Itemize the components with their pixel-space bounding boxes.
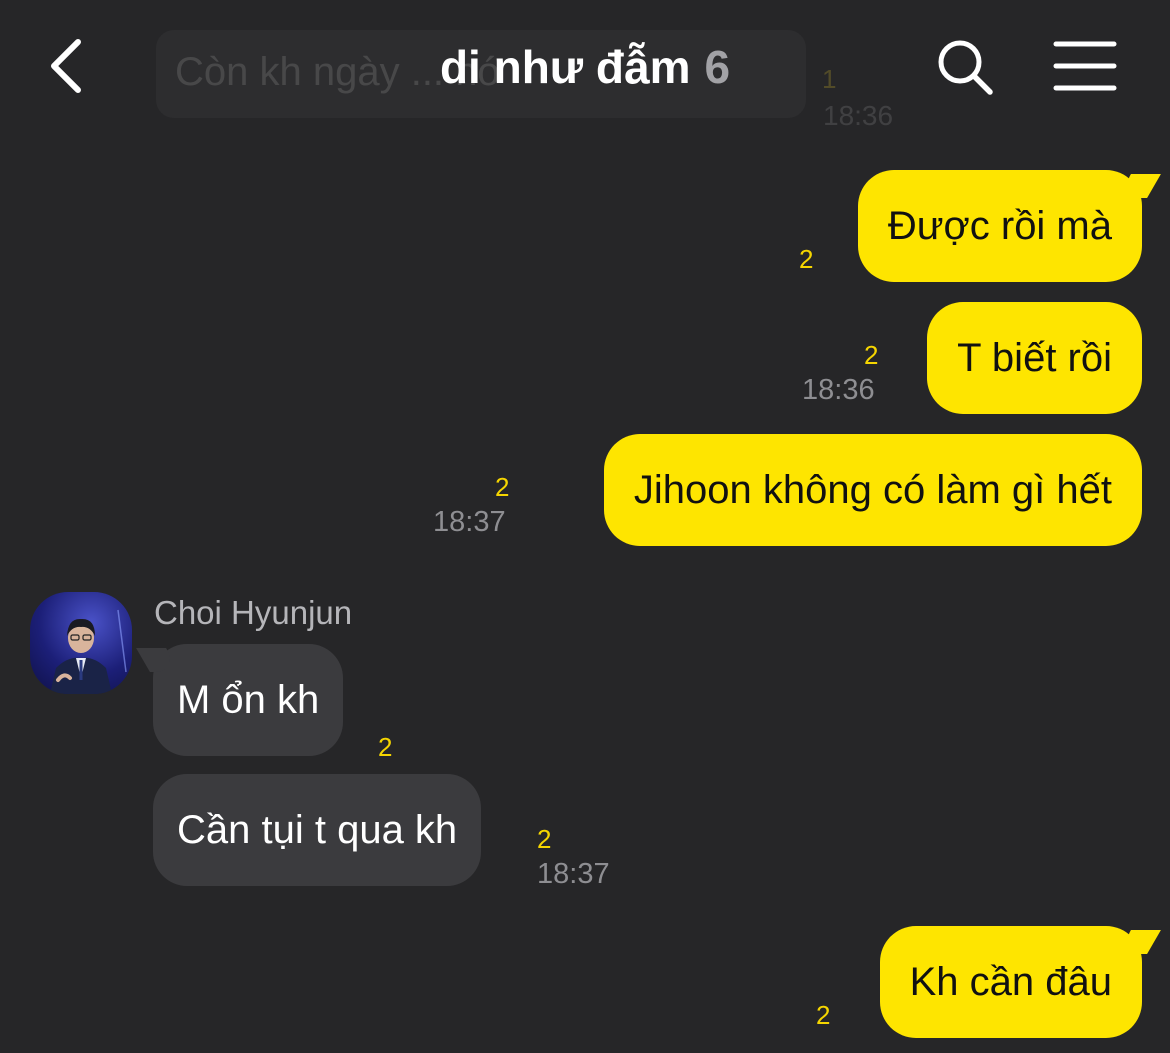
incoming-message[interactable]: Cần tụi t qua kh <box>153 774 482 886</box>
menu-button[interactable] <box>1052 38 1118 94</box>
unread-count: 2 <box>537 824 552 854</box>
chat-room-name: di như đẫm <box>439 41 691 93</box>
unread-count: 2 <box>864 340 879 370</box>
unread-count: 2 <box>799 244 814 274</box>
member-count: 6 <box>704 41 731 93</box>
outgoing-message[interactable]: Kh cần đâu <box>879 926 1142 1038</box>
chat-header: Còn kh ngày ... nó 1 18:36 di như đẫm 6 <box>0 0 1170 140</box>
message-time: 18:36 <box>802 374 875 406</box>
message-time: 18:37 <box>537 858 610 890</box>
chat-screen: Còn kh ngày ... nó 1 18:36 di như đẫm6 <box>0 0 1170 1053</box>
sender-avatar[interactable] <box>30 592 132 694</box>
search-icon <box>938 40 993 95</box>
outgoing-message[interactable]: Jihoon không có làm gì hết <box>603 434 1142 546</box>
search-button[interactable] <box>934 36 996 98</box>
unread-count: 2 <box>378 732 393 762</box>
unread-count: 2 <box>495 472 510 502</box>
unread-count: 2 <box>816 1000 831 1030</box>
scrolled-message-time: 18:36 <box>823 100 894 131</box>
message-time: 18:37 <box>433 506 506 538</box>
profile-photo <box>50 609 127 694</box>
outgoing-message[interactable]: T biết rồi <box>927 302 1142 414</box>
hamburger-menu-icon <box>1053 41 1117 91</box>
outgoing-message[interactable]: Được rồi mà <box>857 170 1142 282</box>
sender-name: Choi Hyunjun <box>154 594 353 631</box>
incoming-message[interactable]: M ổn kh <box>153 644 344 756</box>
